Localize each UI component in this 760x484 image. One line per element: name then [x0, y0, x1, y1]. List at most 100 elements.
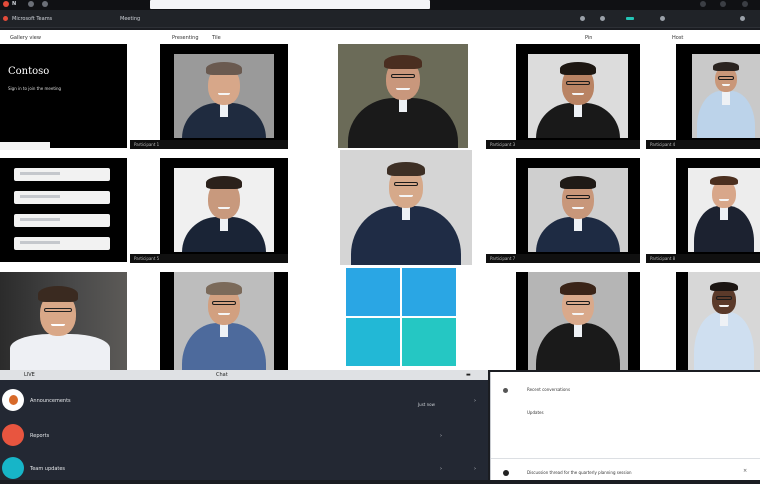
channel-row-reports[interactable]: Reports ›	[0, 421, 488, 451]
host-label: Host	[672, 35, 684, 41]
participant-mouth	[571, 93, 585, 96]
menu-icon[interactable]	[28, 1, 34, 7]
participant-collar	[402, 205, 410, 220]
chevron-icon[interactable]: ›	[440, 433, 442, 439]
notes-field-placeholder	[20, 241, 60, 244]
thread-footer[interactable]: Discussion thread for the quarterly plan…	[527, 470, 632, 475]
participant-mouth	[571, 313, 585, 316]
channel-time: Just now	[418, 402, 435, 407]
participant-hair	[384, 54, 422, 69]
participant-glasses	[566, 194, 590, 199]
participant-video	[528, 168, 628, 252]
participant-figure	[0, 272, 127, 370]
expand-icon[interactable]: ▬	[466, 372, 471, 378]
sign-in-panel: Contoso Sign in to join the meeting	[0, 44, 127, 148]
channel-avatar	[2, 424, 24, 446]
participant-video	[338, 44, 468, 148]
chevron-icon[interactable]: ›	[474, 466, 476, 472]
video-tile[interactable]	[340, 150, 472, 265]
video-gallery: Gallery view Presenting Tile Pin Host Co…	[0, 30, 760, 370]
video-tile[interactable]: Participant 1	[130, 44, 288, 149]
participant-glasses	[390, 74, 416, 79]
conversation-header: Recent conversations	[527, 387, 571, 392]
camera-icon[interactable]	[626, 17, 634, 20]
participant-mouth	[51, 324, 65, 326]
panel-gap	[0, 142, 50, 150]
participant-glasses	[566, 300, 590, 305]
live-label: LIVE	[24, 372, 35, 378]
more-icon[interactable]	[660, 16, 665, 21]
participant-mouth	[396, 87, 410, 90]
notes-field[interactable]	[14, 237, 110, 250]
participant-mouth	[217, 207, 231, 210]
participant-collar	[399, 97, 407, 112]
tab-title[interactable]: Microsoft Teams	[12, 16, 52, 22]
email-field[interactable]	[14, 191, 110, 204]
participant-collar	[220, 216, 228, 231]
participant-collar	[574, 322, 582, 337]
participant-name: Participant 1	[134, 142, 160, 147]
channel-avatar	[2, 457, 24, 479]
people-icon[interactable]	[600, 16, 605, 21]
chevron-icon[interactable]: ›	[440, 466, 442, 472]
panel-title: Contoso	[8, 66, 50, 77]
participant-glasses	[566, 80, 590, 85]
participant-collar	[720, 206, 728, 221]
participant-hair	[206, 281, 242, 295]
participant-hair	[710, 281, 738, 292]
leave-icon[interactable]	[740, 16, 745, 21]
minimize-icon[interactable]	[700, 1, 706, 7]
video-tile[interactable]: Participant 3	[486, 44, 640, 149]
video-tile[interactable]: Participant 4	[646, 44, 760, 149]
participant-shirt	[10, 334, 110, 370]
tile-label: Tile	[212, 35, 221, 41]
participant-nameplate: Participant 5	[130, 254, 288, 263]
app-icon[interactable]	[3, 1, 9, 7]
participant-name: Participant 5	[134, 256, 160, 261]
participant-hair	[38, 286, 78, 302]
address-bar[interactable]	[150, 0, 430, 9]
windows-logo	[346, 268, 456, 370]
participant-hair	[560, 281, 596, 295]
company-field[interactable]	[14, 214, 110, 227]
conversation-panel: Recent conversations Updates Discussion …	[490, 372, 760, 480]
name-field[interactable]	[14, 168, 110, 181]
participant-nameplate: Participant 7	[486, 254, 640, 263]
video-tile[interactable]	[516, 272, 640, 370]
recording-icon	[3, 16, 8, 21]
chevron-icon[interactable]: ›	[474, 398, 476, 404]
video-tile-9[interactable]	[0, 272, 127, 370]
participant-video	[340, 150, 472, 265]
window-title: N	[12, 1, 17, 7]
participant-collar	[574, 216, 582, 231]
participant-glasses	[718, 75, 734, 80]
participant-video	[692, 54, 760, 138]
participant-video	[0, 272, 127, 370]
video-tile[interactable]: Participant 7	[486, 158, 640, 263]
participant-video	[528, 272, 628, 370]
participant-video	[688, 272, 760, 370]
grid-icon[interactable]	[42, 1, 48, 7]
maximize-icon[interactable]	[720, 1, 726, 7]
participant-collar	[220, 102, 228, 117]
video-tile[interactable]: Participant 5	[130, 158, 288, 263]
name-field-placeholder	[20, 172, 60, 175]
participant-collar	[720, 312, 728, 327]
video-tile[interactable]: Participant 8	[646, 158, 760, 263]
participant-nameplate: Participant 8	[646, 254, 760, 263]
video-tile[interactable]	[338, 44, 468, 148]
channel-row-announcements[interactable]: Announcements Just now ›	[0, 386, 488, 416]
email-field-placeholder	[20, 195, 60, 198]
close-icon[interactable]	[742, 1, 748, 7]
video-tile[interactable]	[676, 272, 760, 370]
chat-icon[interactable]	[580, 16, 585, 21]
participant-hair	[206, 175, 242, 190]
channel-label: Team updates	[30, 466, 66, 472]
video-tile[interactable]	[160, 272, 288, 370]
participant-hair	[713, 61, 739, 71]
tab-subtitle[interactable]: Meeting	[120, 16, 140, 22]
conversation-divider	[491, 458, 760, 459]
channel-list: Announcements Just now › Reports › Team …	[0, 380, 488, 480]
close-thread-icon[interactable]: ×	[743, 468, 747, 474]
participant-collar	[220, 322, 228, 337]
